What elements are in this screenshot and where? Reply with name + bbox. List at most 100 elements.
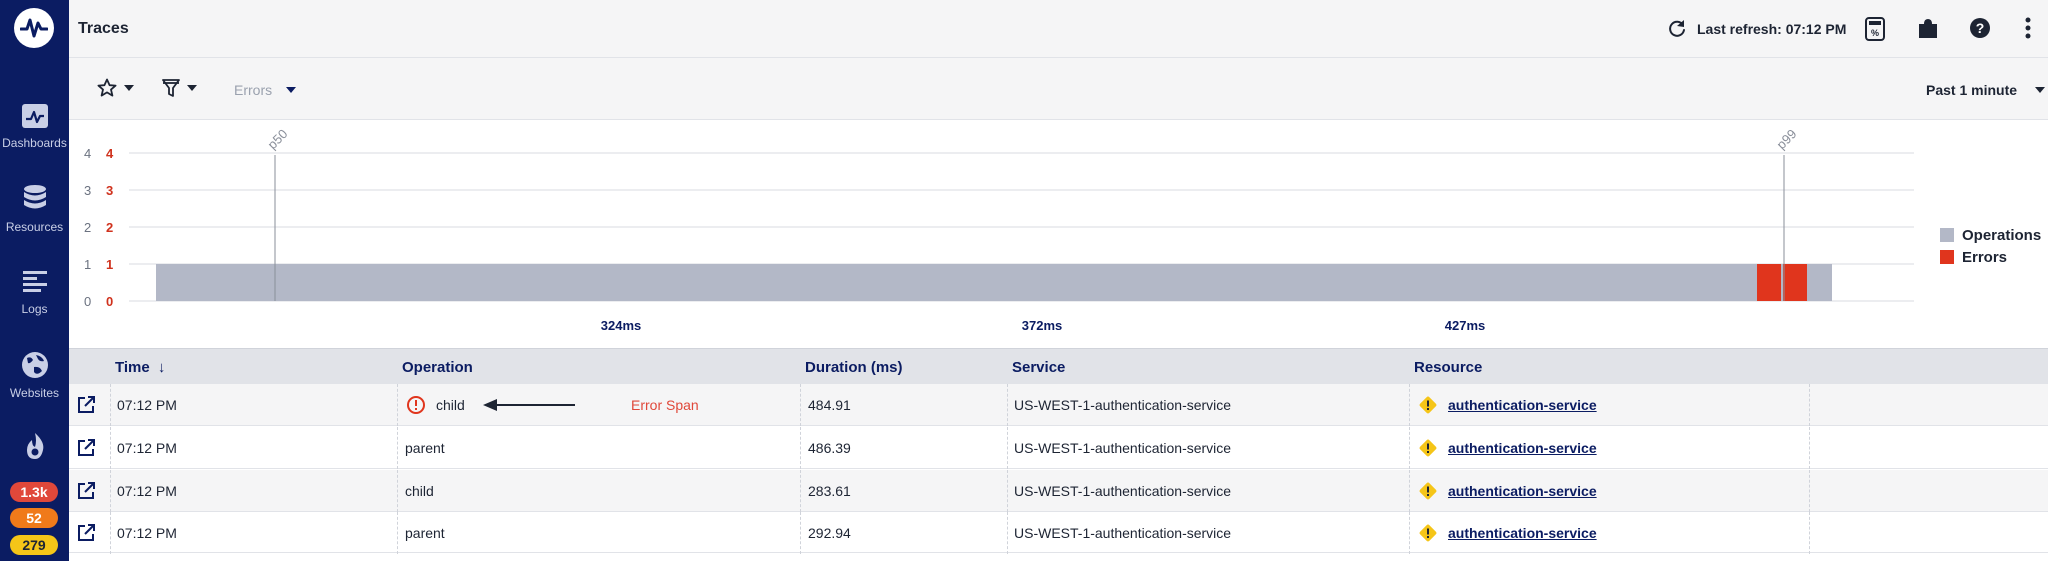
table-row[interactable]: 07:12 PM child Error Span 484.91 US-WEST-1-a… bbox=[69, 384, 2048, 426]
row-time: 07:12 PM bbox=[117, 440, 177, 456]
star-icon bbox=[97, 78, 117, 97]
column-divider bbox=[1809, 384, 1810, 426]
sidebar-item-logs[interactable]: Logs bbox=[0, 268, 69, 316]
row-service: US-WEST-1-authentication-service bbox=[1014, 525, 1232, 541]
column-divider bbox=[1809, 470, 1810, 512]
svg-text:%: % bbox=[1871, 28, 1879, 38]
resource-link[interactable]: authentication-service bbox=[1448, 384, 1597, 426]
x-tick-label: 324ms bbox=[601, 318, 641, 333]
y-tick-label-right: 3 bbox=[106, 183, 113, 198]
x-tick-label: 372ms bbox=[1022, 318, 1062, 333]
column-divider bbox=[110, 470, 111, 512]
external-link-icon bbox=[78, 482, 95, 499]
more-vertical-icon[interactable] bbox=[2024, 16, 2032, 40]
warning-diamond-icon bbox=[1419, 439, 1437, 457]
y-tick-label-left: 3 bbox=[84, 183, 91, 198]
warning-diamond-icon bbox=[1419, 482, 1437, 500]
column-header-resource[interactable]: Resource bbox=[1414, 359, 1482, 376]
open-trace-button[interactable] bbox=[77, 427, 95, 469]
column-divider bbox=[800, 470, 801, 512]
y-tick-label-right: 2 bbox=[106, 220, 113, 235]
column-divider bbox=[1409, 427, 1410, 469]
errors-bar bbox=[1783, 264, 1807, 301]
column-header-service[interactable]: Service bbox=[1012, 359, 1065, 376]
resource-link-text[interactable]: authentication-service bbox=[1448, 397, 1597, 413]
column-divider bbox=[800, 427, 801, 469]
y-tick-label-left: 2 bbox=[84, 220, 91, 235]
row-operation[interactable]: parent bbox=[405, 512, 445, 554]
legend-swatch-errors bbox=[1940, 250, 1954, 264]
sidebar: Dashboards Resources Logs Websites 1.3k … bbox=[0, 0, 69, 561]
alert-badge-warning[interactable]: 52 bbox=[10, 508, 58, 528]
sidebar-item-label: Resources bbox=[5, 220, 64, 234]
histogram-chart: p50 p99 0 1 2 3 4 0 1 2 3 4 324ms 372ms 427ms bbox=[84, 126, 1914, 333]
column-header-duration[interactable]: Duration (ms) bbox=[805, 359, 903, 376]
alert-badge-critical[interactable]: 1.3k bbox=[10, 482, 58, 502]
traces-table-header: Time ↓ Operation Duration (ms) Service R… bbox=[69, 348, 2048, 384]
resource-link-text[interactable]: authentication-service bbox=[1448, 483, 1597, 499]
help-icon[interactable]: ? bbox=[1968, 16, 1992, 40]
sidebar-item-dashboards[interactable]: Dashboards bbox=[0, 102, 69, 150]
error-status-icon bbox=[406, 384, 426, 426]
row-operation[interactable]: parent bbox=[405, 427, 445, 469]
sidebar-item-resources[interactable]: Resources bbox=[0, 184, 69, 234]
puzzle-icon[interactable] bbox=[1917, 16, 1939, 40]
row-operation[interactable]: child bbox=[436, 384, 465, 426]
column-divider bbox=[397, 512, 398, 554]
favorites-dropdown[interactable] bbox=[97, 78, 134, 98]
legend-label: Operations bbox=[1962, 226, 2042, 244]
external-link-icon bbox=[78, 439, 95, 456]
sidebar-item-websites[interactable]: Websites bbox=[0, 350, 69, 400]
warning-icon-cell bbox=[1418, 470, 1438, 512]
row-service: US-WEST-1-authentication-service bbox=[1014, 440, 1232, 456]
dashboard-icon bbox=[21, 104, 48, 128]
resource-link[interactable]: authentication-service bbox=[1448, 512, 1597, 554]
open-trace-button[interactable] bbox=[77, 384, 95, 426]
sidebar-item-incidents[interactable] bbox=[0, 432, 69, 466]
external-link-icon bbox=[78, 396, 95, 413]
table-row[interactable]: 07:12 PM parent 486.39 US-WEST-1-authentica… bbox=[69, 427, 2048, 469]
error-span-annotation: Error Span bbox=[631, 397, 699, 413]
resource-link-text[interactable]: authentication-service bbox=[1448, 440, 1597, 456]
calculator-percent-icon[interactable]: % bbox=[1864, 16, 1886, 42]
column-header-operation[interactable]: Operation bbox=[402, 359, 473, 376]
row-time: 07:12 PM bbox=[117, 397, 177, 413]
resource-link[interactable]: authentication-service bbox=[1448, 427, 1597, 469]
column-divider bbox=[1007, 427, 1008, 469]
chevron-down-icon bbox=[124, 85, 134, 91]
alert-badge-info[interactable]: 279 bbox=[10, 535, 58, 555]
table-row[interactable]: 07:12 PM parent 292.94 US-WEST-1-authentica… bbox=[69, 512, 2048, 554]
legend-item-operations[interactable]: Operations bbox=[1940, 224, 2041, 246]
y-tick-label-left: 1 bbox=[84, 257, 91, 272]
errors-select[interactable]: Errors bbox=[234, 82, 297, 98]
legend-item-errors[interactable]: Errors bbox=[1940, 246, 2041, 268]
resource-link-text[interactable]: authentication-service bbox=[1448, 525, 1597, 541]
y-tick-label-right: 0 bbox=[106, 294, 113, 309]
table-row[interactable]: 07:12 PM child 283.61 US-WEST-1-authenticat… bbox=[69, 470, 2048, 512]
filter-dropdown[interactable] bbox=[162, 78, 197, 98]
filter-toolbar: Errors Past 1 minute bbox=[69, 58, 2048, 120]
open-trace-button[interactable] bbox=[77, 470, 95, 512]
time-range-dropdown[interactable]: Past 1 minute bbox=[1926, 82, 2046, 98]
chevron-down-icon bbox=[187, 85, 197, 91]
row-duration: 292.94 bbox=[808, 525, 851, 541]
row-service: US-WEST-1-authentication-service bbox=[1014, 397, 1232, 413]
row-duration: 283.61 bbox=[808, 483, 851, 499]
globe-icon bbox=[21, 352, 48, 378]
refresh-button[interactable]: Last refresh: 07:12 PM bbox=[1667, 18, 1846, 40]
arrow-left-icon bbox=[483, 399, 575, 411]
legend-swatch-operations bbox=[1940, 228, 1954, 242]
logo[interactable] bbox=[14, 8, 54, 48]
column-header-time[interactable]: Time ↓ bbox=[115, 359, 165, 376]
column-divider bbox=[1007, 384, 1008, 426]
open-trace-button[interactable] bbox=[77, 512, 95, 554]
row-time: 07:12 PM bbox=[117, 525, 177, 541]
column-divider bbox=[800, 384, 801, 426]
last-refresh-text: Last refresh: 07:12 PM bbox=[1697, 21, 1847, 37]
column-divider bbox=[397, 384, 398, 426]
row-operation[interactable]: child bbox=[405, 470, 434, 512]
resource-link[interactable]: authentication-service bbox=[1448, 470, 1597, 512]
warning-diamond-icon bbox=[1419, 524, 1437, 542]
column-divider bbox=[1409, 512, 1410, 554]
column-divider bbox=[1007, 470, 1008, 512]
